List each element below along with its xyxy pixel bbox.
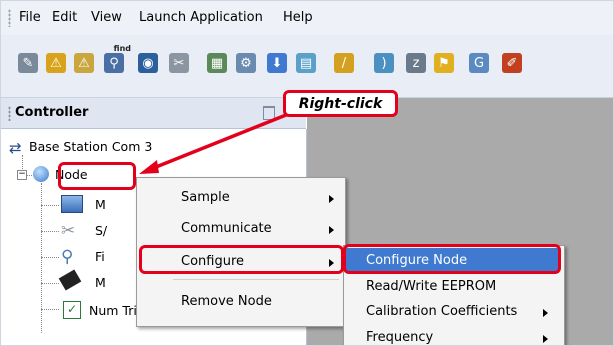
collapse-toggle[interactable]: − [17,170,27,180]
menu-help[interactable]: Help [283,10,313,25]
triggers-icon: ✓ [63,301,81,319]
tree-base-station[interactable]: Base Station Com 3 [29,139,152,154]
submenu-arrow-icon [329,195,334,203]
wrench-icon: ✂ [61,221,76,241]
find-node-button[interactable]: ⚲ find [101,44,131,76]
tools-icon: ⚙ [236,53,256,73]
menu-separator [173,279,339,280]
panel-title: Controller [15,105,89,120]
find-node-icon: ⚲ [104,53,124,73]
submenu-item-read-write-eeprom[interactable]: Read/Write EEPROM [366,279,496,294]
menu-edit[interactable]: Edit [52,10,77,25]
controller-panel-header: Controller [1,98,306,129]
chip-icon [58,269,82,291]
zigzag-button[interactable]: z [403,50,429,76]
wrench-icon: ✂ [169,53,189,73]
tools-button[interactable]: ⚙ [233,50,259,76]
brush-button[interactable]: ✐ [499,50,525,76]
submenu-item-calibration-coefficients[interactable]: Calibration Coefficients [366,304,517,319]
configure-node-highlight [343,244,561,274]
warning-user-button[interactable]: ⚠ [43,50,69,76]
configure-highlight [139,245,344,274]
menu-launch-application[interactable]: Launch Application [139,10,263,25]
wireless-icon: ) [374,53,394,73]
disc-button[interactable]: G [466,50,492,76]
panel-grip [8,106,11,121]
pin-icon[interactable] [263,106,275,120]
zigzag-icon: z [406,53,426,73]
ctx-item-sample[interactable]: Sample [181,190,230,205]
tree-line [41,231,59,232]
submenu-arrow-icon [543,335,548,343]
tree-child-item[interactable]: S/ [95,223,107,238]
menu-grip [8,9,11,27]
base-station-icon: ⇄ [9,139,22,157]
tree-line [41,309,59,310]
submenu-item-frequency[interactable]: Frequency [366,330,433,345]
menu-file[interactable]: File [19,10,41,25]
submenu-arrow-icon [329,226,334,234]
node-highlight [58,162,136,190]
wand-icon: ✎ [18,53,38,73]
wireless-button[interactable]: ) [371,50,397,76]
warning-user-icon: ⚠ [46,53,66,73]
toolbar: ✎ ⚠ ⚠ ⚲ find ◉ ✂ ▦ ⚙ ⬇ ▤ /) z ⚑ G ✐ [1,35,613,98]
chip-button[interactable]: ▦ [204,50,230,76]
chip-icon: ▦ [207,53,227,73]
pen-button[interactable]: / [331,50,357,76]
magnifier-icon: ⚲ [61,247,74,267]
right-click-callout: Right-click [283,90,398,117]
node-icon [33,166,49,182]
warning-alt-icon: ⚠ [74,53,94,73]
tree-line [41,283,59,284]
tree-child-item[interactable]: Fi [95,249,105,264]
brush-icon: ✐ [502,53,522,73]
app-window: File Edit View Launch Application Help ✎… [0,0,614,346]
flag-button[interactable]: ⚑ [431,50,457,76]
ctx-item-remove-node[interactable]: Remove Node [181,294,272,309]
menu-bar: File Edit View Launch Application Help [1,1,613,35]
tree-child-item[interactable]: M [95,197,106,212]
disc-icon: G [469,53,489,73]
pen-icon: / [334,53,354,73]
ctx-item-communicate[interactable]: Communicate [181,221,272,236]
sheet-icon: ▤ [296,53,316,73]
find-label: find [113,44,131,53]
sheet-button[interactable]: ▤ [293,50,319,76]
submenu-arrow-icon [543,309,548,317]
wrench-button[interactable]: ✂ [166,50,192,76]
download-icon: ⬇ [267,53,287,73]
download-button[interactable]: ⬇ [264,50,290,76]
warning-alt-button[interactable]: ⚠ [71,50,97,76]
flag-icon: ⚑ [434,53,454,73]
menu-view[interactable]: View [91,10,122,25]
globe-icon: ◉ [138,53,158,73]
wand-button[interactable]: ✎ [15,50,41,76]
tree-child-item[interactable]: M [95,275,106,290]
tree-line [41,205,59,206]
globe-button[interactable]: ◉ [135,50,161,76]
tree-line [41,257,59,258]
monitor-icon [61,195,83,213]
